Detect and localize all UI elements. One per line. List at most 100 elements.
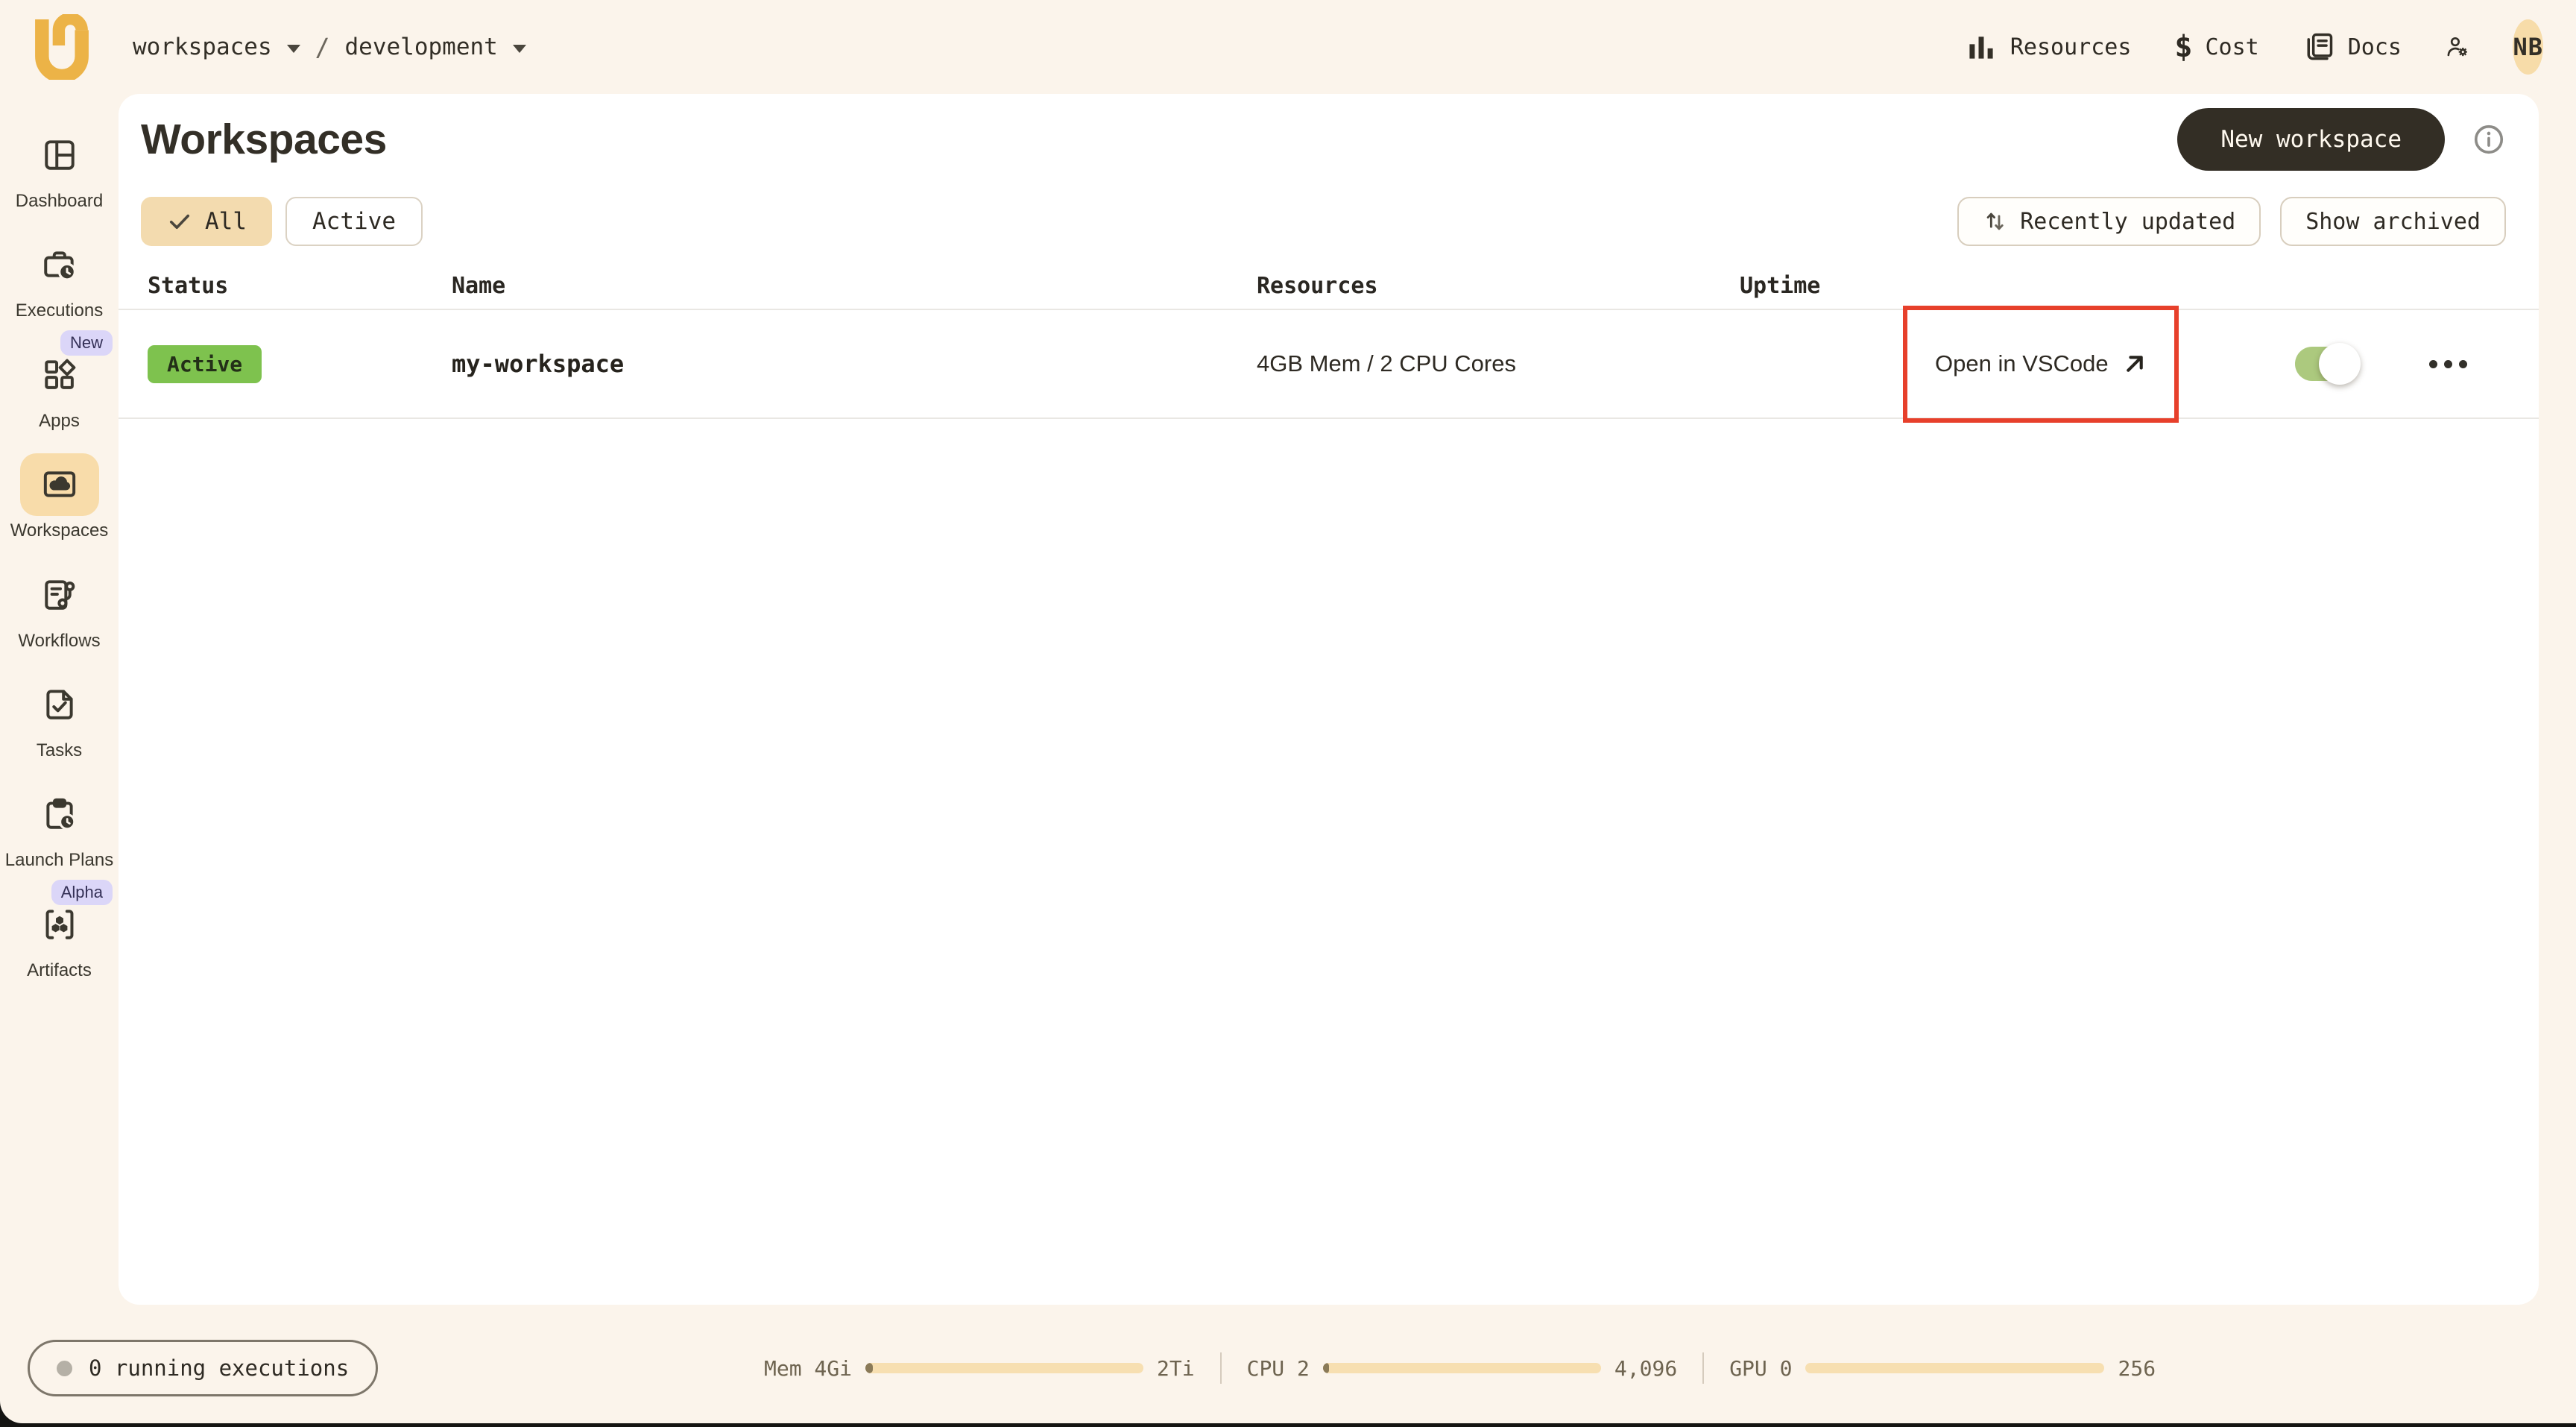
active-item-highlight <box>20 453 99 516</box>
sort-button[interactable]: Recently updated <box>1957 197 2261 246</box>
mem-gauge-fill <box>865 1363 873 1373</box>
workspaces-icon <box>41 466 78 503</box>
ellipsis-icon <box>2444 360 2452 368</box>
sidebar-item-launch-plans[interactable]: Launch Plans <box>0 783 119 870</box>
info-icon[interactable] <box>2472 122 2506 157</box>
toggle-knob <box>2319 343 2361 385</box>
cpu-gauge-bar <box>1323 1363 1601 1373</box>
status-badge: Active <box>148 345 262 383</box>
filter-active[interactable]: Active <box>285 197 423 246</box>
launch-plans-icon <box>41 796 78 833</box>
gpu-gauge-label: GPU 0 <box>1729 1356 1792 1381</box>
nav-resources[interactable]: Resources <box>1965 31 2132 63</box>
workspace-toggle[interactable] <box>2295 347 2356 381</box>
breadcrumb-separator: / <box>315 33 330 62</box>
sidebar-item-label: Tasks <box>37 741 82 760</box>
nav-cost-label: Cost <box>2206 34 2259 60</box>
page-title: Workspaces <box>141 115 387 164</box>
sort-arrows-icon <box>1983 209 2008 234</box>
sidebar-item-apps[interactable]: New Apps <box>0 344 119 431</box>
check-icon <box>166 208 193 235</box>
breadcrumb-workspaces[interactable]: workspaces <box>133 34 272 60</box>
cpu-gauge-label: CPU 2 <box>1247 1356 1310 1381</box>
new-workspace-button[interactable]: New workspace <box>2177 108 2445 171</box>
sidebar-item-label: Launch Plans <box>5 851 113 870</box>
show-archived-label: Show archived <box>2305 209 2481 235</box>
workspace-resources: 4GB Mem / 2 CPU Cores <box>1257 350 1516 377</box>
cpu-gauge-max: 4,096 <box>1614 1356 1677 1381</box>
alpha-badge: Alpha <box>51 880 113 905</box>
table-row: Active my-workspace 4GB Mem / 2 CPU Core… <box>119 310 2539 419</box>
arrow-up-right-icon <box>2121 350 2149 378</box>
top-bar: workspaces / development Resources $ Cos… <box>0 0 2576 94</box>
docs-icon <box>2302 31 2335 63</box>
new-badge: New <box>60 330 113 356</box>
dollar-icon: $ <box>2174 32 2192 62</box>
filter-bar: All Active Recently updated Show archive… <box>141 197 2506 246</box>
workspace-name[interactable]: my-workspace <box>452 350 624 378</box>
sidebar-item-workflows[interactable]: Workflows <box>0 564 119 651</box>
sidebar-item-executions[interactable]: Executions <box>0 233 119 321</box>
running-executions-label: 0 running executions <box>89 1355 349 1381</box>
column-header-resources[interactable]: Resources <box>1257 273 1740 299</box>
open-in-vscode-link[interactable]: Open in VSCode <box>1935 350 2149 378</box>
sidebar-item-label: Dashboard <box>16 192 103 211</box>
nav-cost[interactable]: $ Cost <box>2174 32 2258 62</box>
show-archived-button[interactable]: Show archived <box>2280 197 2506 246</box>
sidebar-item-artifacts[interactable]: Alpha Artifacts <box>0 893 119 980</box>
apps-icon <box>41 356 78 394</box>
executions-icon <box>41 246 78 283</box>
running-executions-pill[interactable]: 0 running executions <box>28 1340 378 1396</box>
sidebar-item-label: Workspaces <box>10 521 109 541</box>
sidebar-item-tasks[interactable]: Tasks <box>0 673 119 760</box>
main-content-card: Workspaces New workspace All Active <box>119 94 2539 1305</box>
sidebar-item-label: Workflows <box>18 631 100 651</box>
top-nav: Resources $ Cost Docs <box>1965 19 2543 75</box>
tasks-icon <box>41 686 78 723</box>
column-header-status[interactable]: Status <box>119 273 452 299</box>
gpu-gauge-max: 256 <box>2118 1356 2156 1381</box>
gauge-separator <box>1702 1352 1704 1384</box>
filter-all-label: All <box>205 208 247 235</box>
gauge-separator <box>1220 1352 1222 1384</box>
status-dot-icon <box>57 1361 72 1376</box>
column-header-name[interactable]: Name <box>452 273 1257 299</box>
ellipsis-icon <box>2429 360 2437 368</box>
resource-gauges: Mem 4Gi 2Ti CPU 2 4,096 GPU 0 256 <box>764 1340 2156 1396</box>
table-header-row: Status Name Resources Uptime <box>119 262 2539 310</box>
cpu-gauge-fill <box>1323 1363 1329 1373</box>
mem-gauge-bar <box>865 1363 1143 1373</box>
nav-resources-label: Resources <box>2010 34 2132 60</box>
sidebar-item-label: Artifacts <box>27 961 92 980</box>
workflows-icon <box>41 576 78 614</box>
open-in-vscode-label: Open in VSCode <box>1935 350 2109 377</box>
breadcrumb: workspaces / development <box>133 33 526 62</box>
sidebar-item-dashboard[interactable]: Dashboard <box>0 124 119 211</box>
dashboard-icon <box>41 136 78 174</box>
nav-docs[interactable]: Docs <box>2302 31 2402 63</box>
artifacts-icon <box>41 906 78 943</box>
sidebar-item-workspaces[interactable]: Workspaces <box>0 453 119 541</box>
gpu-gauge-bar <box>1805 1363 2104 1373</box>
page-header: Workspaces New workspace <box>141 113 2506 166</box>
column-header-uptime[interactable]: Uptime <box>1740 273 1904 299</box>
user-settings-icon[interactable] <box>2445 34 2469 59</box>
mem-gauge-label: Mem 4Gi <box>764 1356 852 1381</box>
mem-gauge-max: 2Ti <box>1157 1356 1195 1381</box>
nav-docs-label: Docs <box>2348 34 2402 60</box>
filter-all[interactable]: All <box>141 197 272 246</box>
chevron-down-icon[interactable] <box>513 45 526 53</box>
ellipsis-icon <box>2459 360 2467 368</box>
filter-active-label: Active <box>312 208 396 235</box>
workspaces-table: Status Name Resources Uptime Active my-w… <box>119 262 2539 419</box>
sidebar-item-label: Executions <box>16 301 103 321</box>
breadcrumb-development[interactable]: development <box>345 34 498 60</box>
union-logo-icon[interactable] <box>33 14 91 80</box>
avatar[interactable]: NB <box>2513 19 2543 75</box>
chevron-down-icon[interactable] <box>287 45 300 53</box>
sidebar: Dashboard Executions New Apps <box>0 94 119 1003</box>
row-menu-button[interactable] <box>2422 353 2475 376</box>
sort-button-label: Recently updated <box>2020 209 2235 235</box>
avatar-initials: NB <box>2513 33 2543 61</box>
app-window: workspaces / development Resources $ Cos… <box>0 0 2576 1423</box>
